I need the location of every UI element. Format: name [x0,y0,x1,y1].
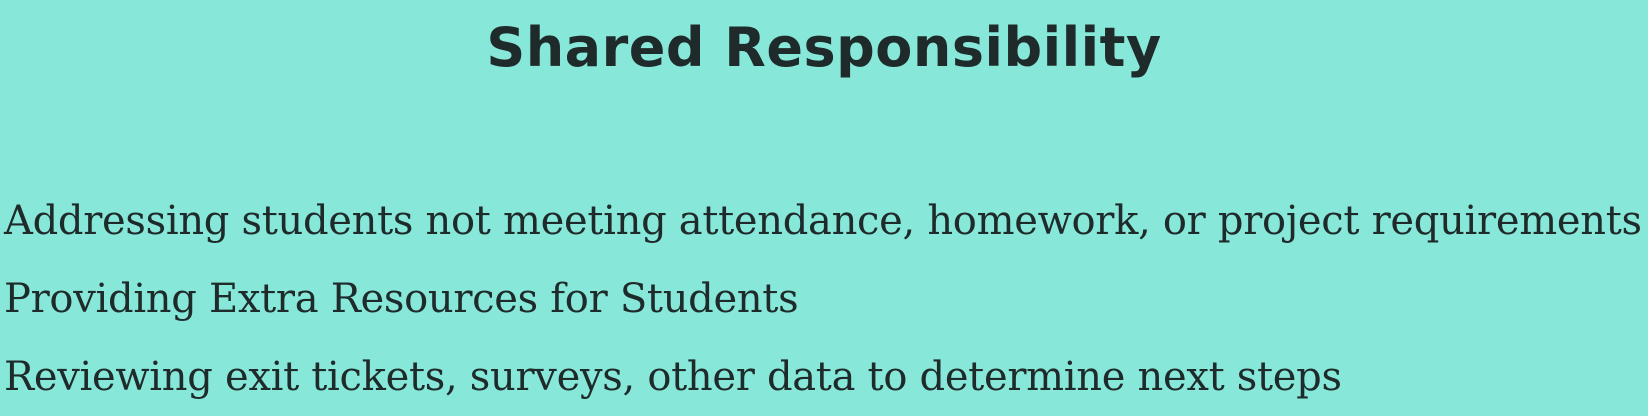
list-item: Addressing students not meeting attendan… [4,198,1642,244]
slide-title: Shared Responsibility [486,16,1162,79]
bullet-list: Addressing students not meeting attendan… [4,182,1644,416]
list-item: Reviewing exit tickets, surveys, other d… [4,354,1342,400]
list-item: Providing Extra Resources for Students [4,276,799,322]
slide: Shared Responsibility Addressing student… [0,0,1648,412]
